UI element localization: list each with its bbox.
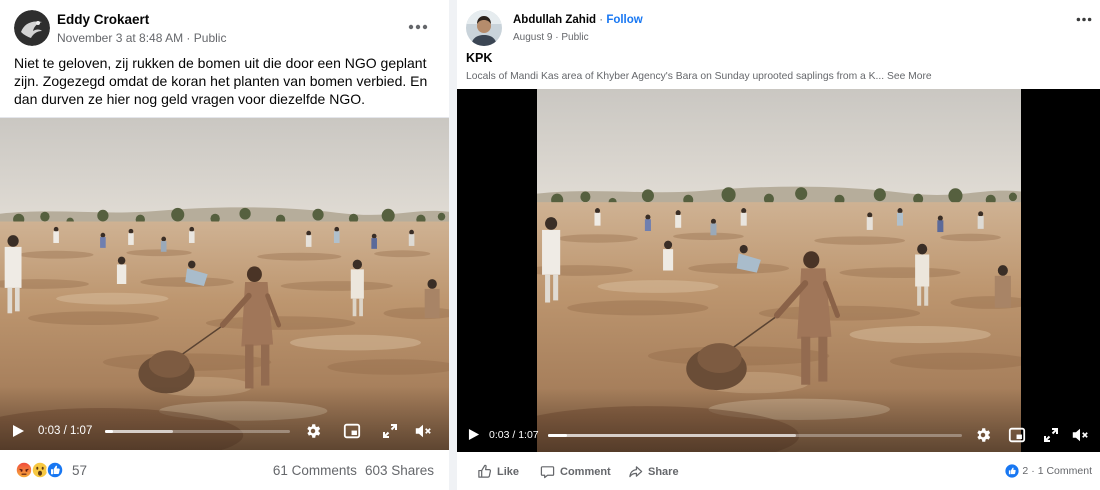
author-avatar[interactable] [466,10,502,46]
avatar-image [466,10,502,46]
see-more-link[interactable]: See More [887,71,932,82]
meta-separator: · [555,32,559,43]
play-icon[interactable] [12,424,25,438]
comments-count[interactable]: 1 Comment [1038,465,1092,478]
post-card: Abdullah Zahid · Follow August 9 · Publi… [457,0,1100,490]
comment-bubble-icon [540,466,555,479]
audience-label: Public [193,31,227,45]
fullscreen-icon[interactable] [382,423,398,439]
more-options-icon[interactable] [408,24,428,30]
meta-separator: · [186,31,191,45]
audience-label: Public [561,32,589,43]
play-icon[interactable] [468,428,480,441]
picture-in-picture-icon[interactable] [1008,426,1026,444]
shares-count[interactable]: 603 Shares [365,463,434,479]
post-card: Eddy Crokaert November 3 at 8:48 AM · Pu… [0,0,449,490]
name-separator: · [599,14,604,26]
reaction-count[interactable]: 57 [72,463,87,479]
settings-gear-icon[interactable] [974,426,992,444]
video-player[interactable]: 0:03 / 1:07 [457,89,1100,452]
like-button[interactable]: Like [477,464,519,479]
follow-button[interactable]: Follow [606,14,642,26]
post-meta: August 9 · Public [513,32,589,44]
share-button[interactable]: Share [628,464,679,479]
caption-text: Locals of Mandi Kas area of Khyber Agenc… [466,71,885,82]
video-time: 0:03 / 1:07 [489,429,539,441]
post-caption: Locals of Mandi Kas area of Khyber Agenc… [466,71,932,83]
like-reaction-icon [46,461,64,479]
picture-in-picture-icon[interactable] [343,422,361,440]
like-thumb-icon [478,464,492,478]
video-player[interactable]: 0:03 / 1:07 [0,118,449,450]
fullscreen-icon[interactable] [1043,427,1059,443]
settings-gear-icon[interactable] [304,422,322,440]
comment-button[interactable]: Comment [540,464,611,479]
comment-label: Comment [560,465,611,478]
post-timestamp[interactable]: August 9 [513,32,552,43]
video-buffered-fill [105,430,174,433]
post-meta: November 3 at 8:48 AM · Public [57,31,226,45]
like-label: Like [497,465,520,478]
like-reaction-icon[interactable] [1005,464,1019,478]
engagement-summary: 61 Comments 603 Shares [273,463,434,479]
more-options-icon[interactable] [1076,17,1092,22]
avatar-image [14,10,50,46]
post-title: KPK [466,51,493,65]
share-label: Share [648,465,679,478]
video-controls-shade [457,388,1100,452]
author-name[interactable]: Abdullah Zahid [513,14,596,26]
summary-separator: · [1031,464,1035,477]
volume-muted-icon[interactable] [413,422,433,440]
video-played-fill [105,430,114,433]
author-name[interactable]: Eddy Crokaert [57,12,149,28]
post-timestamp[interactable]: November 3 at 8:48 AM [57,31,183,45]
reaction-count[interactable]: 2 [1022,465,1028,478]
share-arrow-icon [629,466,643,478]
post-text: Niet te geloven, zij rukken de bomen uit… [14,55,428,107]
video-progress-bar[interactable] [548,434,962,437]
engagement-summary: 2 · 1 Comment [1005,464,1092,478]
comments-count[interactable]: 61 Comments [273,463,357,479]
video-played-fill [548,434,567,437]
author-line: Abdullah Zahid · Follow [513,14,643,28]
volume-muted-icon[interactable] [1070,426,1090,444]
author-avatar[interactable] [14,10,50,46]
video-progress-bar[interactable] [105,430,290,433]
video-buffered-fill [548,434,797,437]
reaction-icons[interactable] [15,461,64,479]
video-controls-shade [0,386,449,450]
video-time: 0:03 / 1:07 [38,425,93,437]
